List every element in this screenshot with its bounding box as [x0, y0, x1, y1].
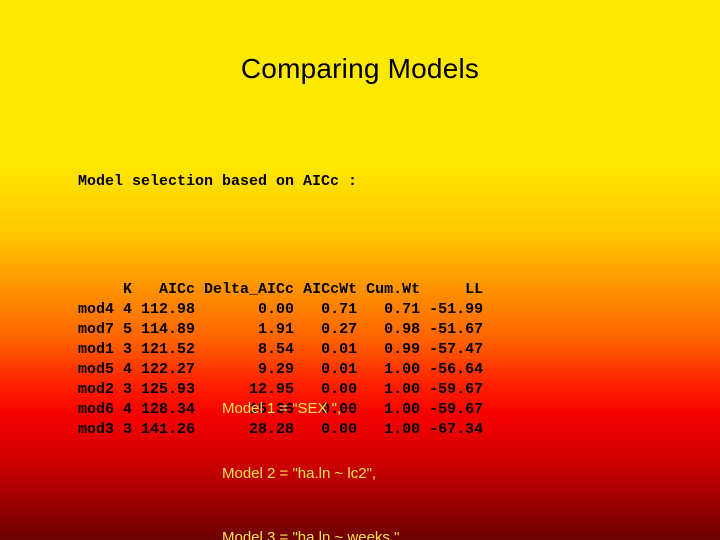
console-subtitle: Model selection based on AICc :	[78, 173, 358, 190]
cell-cum-wt: 0.71	[384, 301, 421, 318]
cell-aiccwt: 0.27	[321, 321, 358, 338]
cell-model: mod1	[78, 341, 115, 358]
legend-line: Model 2 = "ha.ln ~ lc2",	[222, 464, 377, 482]
cell-delta-aicc: 1.91	[258, 321, 295, 338]
cell-delta-aicc: 0.00	[258, 301, 295, 318]
cell-aicc: 125.93	[141, 381, 196, 398]
table-row: mod4 4 112.98 0.00 0.71 0.71 -51.99	[78, 300, 483, 320]
cell-aicc: 114.89	[141, 321, 196, 338]
table-header: K AICc Delta_AICc AICcWt Cum.Wt LL	[78, 280, 483, 300]
cell-aicc: 112.98	[141, 301, 196, 318]
table-row: mod7 5 114.89 1.91 0.27 0.98 -51.67	[78, 320, 483, 340]
cell-k: 3	[123, 381, 133, 398]
cell-aiccwt: 0.71	[321, 301, 358, 318]
table-header-row: K AICc Delta_AICc AICcWt Cum.Wt LL	[78, 280, 483, 300]
cell-aicc: 128.34	[141, 401, 196, 418]
column-header-k: K	[123, 281, 133, 298]
page-title: Comparing Models	[240, 53, 480, 84]
cell-model: mod2	[78, 381, 115, 398]
cell-k: 4	[123, 361, 133, 378]
cell-k: 4	[123, 401, 133, 418]
cell-aicc: 122.27	[141, 361, 196, 378]
column-header-ll: LL	[465, 281, 484, 298]
cell-ll: -51.67	[429, 321, 484, 338]
cell-model: mod5	[78, 361, 115, 378]
cell-model: mod6	[78, 401, 115, 418]
column-header-delta-aicc: Delta_AICc	[204, 281, 295, 298]
cell-cum-wt: 0.98	[384, 321, 421, 338]
cell-aicc: 141.26	[141, 421, 196, 438]
cell-k: 5	[123, 321, 133, 338]
column-header-aiccwt: AICcWt	[303, 281, 358, 298]
slide-canvas: Comparing Models Model selection based o…	[0, 0, 720, 540]
cell-k: 3	[123, 421, 133, 438]
cell-k: 3	[123, 341, 133, 358]
cell-model: mod4	[78, 301, 115, 318]
legend-line: Model 3 = "ha.ln ~ weeks ",	[222, 529, 404, 540]
cell-aicc: 121.52	[141, 341, 196, 358]
column-header-aicc: AICc	[159, 281, 196, 298]
cell-model: mod7	[78, 321, 115, 338]
legend-line: Model 1 = “SEX ",	[222, 400, 342, 417]
model-formula-legend: Model 1 = “SEX ", Model 2 = "ha.ln ~ lc2…	[222, 355, 477, 540]
cell-model: mod3	[78, 421, 115, 438]
column-header-model	[78, 280, 123, 300]
column-header-cum-wt: Cum.Wt	[366, 281, 421, 298]
cell-ll: -51.99	[429, 301, 484, 318]
cell-k: 4	[123, 301, 133, 318]
